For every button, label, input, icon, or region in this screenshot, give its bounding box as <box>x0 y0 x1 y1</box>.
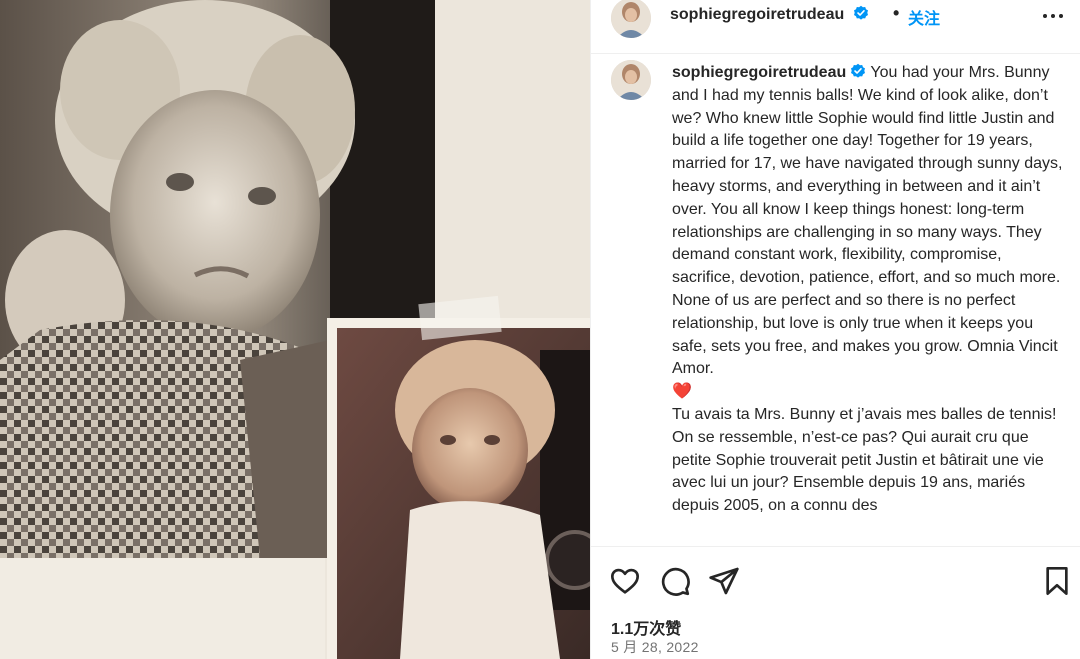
caption-text-french: Tu avais ta Mrs. Bunny et j’avais mes ba… <box>672 405 1057 515</box>
heart-icon[interactable] <box>609 565 641 597</box>
avatar-image <box>611 60 651 100</box>
bookmark-icon[interactable] <box>1041 565 1073 597</box>
red-heart-emoji: ❤️ <box>672 383 692 401</box>
post-caption: sophiegregoiretrudeau You had your Mrs. … <box>672 62 1064 518</box>
post-header: sophiegregoiretrudeau • 关注 <box>591 0 1080 54</box>
header-username[interactable]: sophiegregoiretrudeau <box>670 6 844 23</box>
likes-count[interactable]: 1.1万次赞 <box>611 615 681 639</box>
post-actions: 1.1万次赞 5 月 28, 2022 <box>591 546 1080 659</box>
follow-button[interactable]: 关注 <box>908 5 940 29</box>
caption-text-english: You had your Mrs. Bunny and I had my ten… <box>672 64 1063 378</box>
header-username-row: sophiegregoiretrudeau <box>670 5 869 24</box>
childhood-photos-image <box>0 0 590 659</box>
avatar-image <box>611 0 651 38</box>
post-image[interactable] <box>0 0 590 659</box>
share-icon[interactable] <box>708 565 740 597</box>
more-options-icon[interactable] <box>1041 6 1065 26</box>
comment-icon[interactable] <box>659 565 691 597</box>
caption-area[interactable]: sophiegregoiretrudeau You had your Mrs. … <box>591 54 1080 546</box>
separator-dot: • <box>893 3 900 23</box>
verified-badge-icon <box>853 5 869 21</box>
caption-username[interactable]: sophiegregoiretrudeau <box>672 64 846 81</box>
post-date[interactable]: 5 月 28, 2022 <box>611 637 699 657</box>
caption-avatar[interactable] <box>611 60 651 100</box>
verified-badge-icon <box>850 63 866 79</box>
avatar[interactable] <box>611 0 651 38</box>
post-panel: sophiegregoiretrudeau • 关注 sophiegregoir… <box>590 0 1080 659</box>
